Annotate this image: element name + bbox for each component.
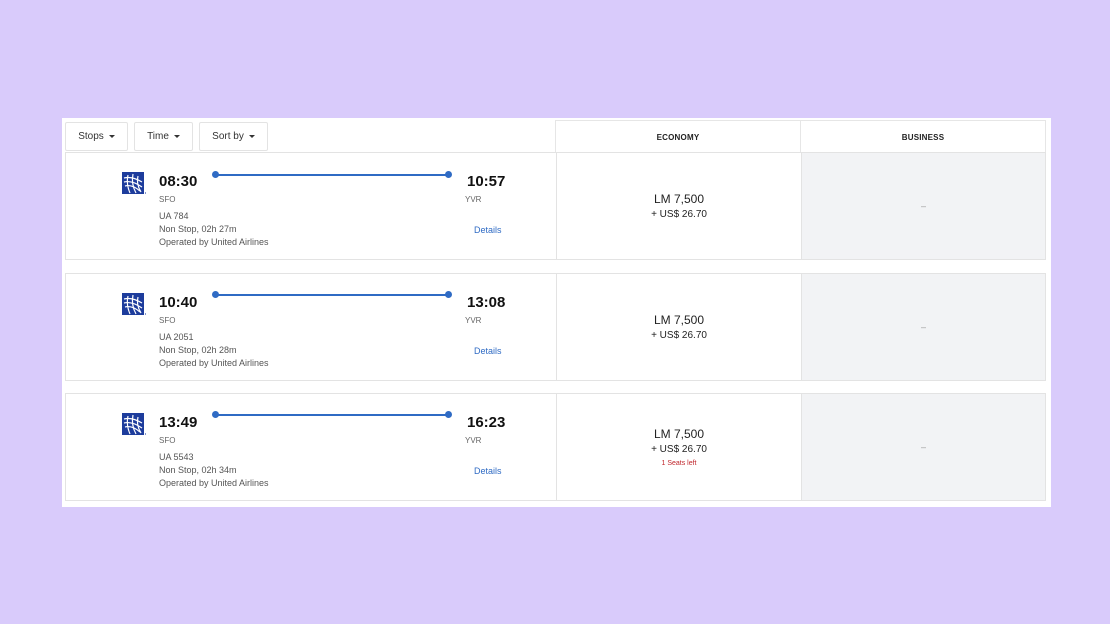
economy-tax: + US$ 26.70	[651, 330, 707, 341]
departure-time: 13:49	[159, 414, 198, 431]
arrival-dot	[445, 291, 452, 298]
flight-info: 13:49 SFO 16:23 YVR UA 5543 Non Stop, 02…	[66, 394, 556, 500]
flight-number: UA 2051	[159, 332, 194, 342]
stops-duration: Non Stop, 02h 27m	[159, 224, 237, 234]
sort-by-label: Sort by	[212, 131, 244, 142]
departure-airport: SFO	[159, 316, 176, 325]
caret-down-icon	[108, 135, 115, 138]
economy-tax: + US$ 26.70	[651, 444, 707, 455]
united-airlines-globe-icon	[122, 413, 146, 435]
economy-miles: LM 7,500	[653, 313, 705, 327]
time-filter-button[interactable]: Time	[134, 122, 193, 151]
flight-meta: UA 784 Non Stop, 02h 27m Operated by Uni…	[159, 210, 269, 249]
arrival-time: 16:23	[467, 414, 506, 431]
economy-miles: LM 7,500	[653, 192, 705, 206]
flight-info: 10:40 SFO 13:08 YVR UA 2051 Non Stop, 02…	[66, 274, 556, 380]
details-link[interactable]: Details	[474, 466, 502, 476]
flight-meta: UA 2051 Non Stop, 02h 28m Operated by Un…	[159, 331, 269, 370]
stops-duration: Non Stop, 02h 34m	[159, 465, 237, 475]
arrival-airport: YVR	[465, 436, 482, 445]
details-link[interactable]: Details	[474, 346, 502, 356]
stops-duration: Non Stop, 02h 28m	[159, 345, 237, 355]
operated-by: Operated by United Airlines	[159, 237, 269, 247]
business-fare-cell: –	[801, 274, 1045, 380]
flight-row: 08:30 SFO 10:57 YVR UA 784 Non Stop, 02h…	[65, 152, 1046, 260]
flight-meta: UA 5543 Non Stop, 02h 34m Operated by Un…	[159, 451, 269, 490]
results-header: Stops Time Sort by ECONOMY BUSINESS	[65, 120, 1046, 154]
economy-fare-cell[interactable]: LM 7,500 + US$ 26.70 1 Seats left	[556, 394, 801, 500]
arrival-dot	[445, 411, 452, 418]
arrival-time: 13:08	[467, 294, 506, 311]
economy-tax: + US$ 26.70	[651, 209, 707, 220]
departure-dot	[212, 171, 219, 178]
stops-filter-label: Stops	[78, 131, 104, 142]
departure-dot	[212, 411, 219, 418]
arrival-dot	[445, 171, 452, 178]
caret-down-icon	[248, 135, 255, 138]
route-line-bar	[215, 414, 449, 416]
flight-row: 10:40 SFO 13:08 YVR UA 2051 Non Stop, 02…	[65, 273, 1046, 381]
time-filter-label: Time	[147, 131, 169, 142]
caret-down-icon	[173, 135, 180, 138]
flight-number: UA 784	[159, 211, 189, 221]
sort-by-button[interactable]: Sort by	[199, 122, 268, 151]
operated-by: Operated by United Airlines	[159, 358, 269, 368]
departure-time: 10:40	[159, 294, 198, 311]
route-line	[212, 291, 452, 299]
stops-filter-button[interactable]: Stops	[65, 122, 128, 151]
arrival-airport: YVR	[465, 195, 482, 204]
details-link[interactable]: Details	[474, 225, 502, 235]
flight-row: 13:49 SFO 16:23 YVR UA 5543 Non Stop, 02…	[65, 393, 1046, 501]
route-line	[212, 411, 452, 419]
departure-airport: SFO	[159, 195, 176, 204]
route-line	[212, 171, 452, 179]
flight-results-panel: Stops Time Sort by ECONOMY BUSINESS 08:3…	[62, 118, 1051, 507]
operated-by: Operated by United Airlines	[159, 478, 269, 488]
flight-info: 08:30 SFO 10:57 YVR UA 784 Non Stop, 02h…	[66, 153, 556, 259]
departure-airport: SFO	[159, 436, 176, 445]
flight-number: UA 5543	[159, 452, 194, 462]
business-fare-cell: –	[801, 394, 1045, 500]
economy-column-header: ECONOMY	[555, 120, 801, 154]
business-fare-cell: –	[801, 153, 1045, 259]
united-airlines-globe-icon	[122, 172, 146, 194]
arrival-time: 10:57	[467, 173, 506, 190]
economy-fare-cell[interactable]: LM 7,500 + US$ 26.70	[556, 153, 801, 259]
united-airlines-globe-icon	[122, 293, 146, 315]
departure-time: 08:30	[159, 173, 198, 190]
route-line-bar	[215, 174, 449, 176]
departure-dot	[212, 291, 219, 298]
business-column-header: BUSINESS	[800, 120, 1046, 154]
filter-bar: Stops Time Sort by	[65, 120, 556, 154]
seats-left-warning: 1 Seats left	[661, 460, 697, 467]
arrival-airport: YVR	[465, 316, 482, 325]
route-line-bar	[215, 294, 449, 296]
economy-miles: LM 7,500	[653, 427, 705, 441]
economy-fare-cell[interactable]: LM 7,500 + US$ 26.70	[556, 274, 801, 380]
